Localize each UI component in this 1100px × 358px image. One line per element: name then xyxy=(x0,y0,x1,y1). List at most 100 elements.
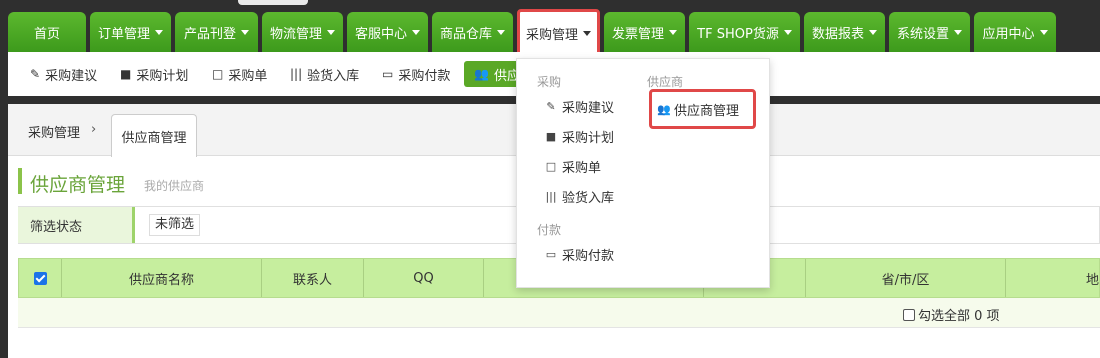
users-icon: 👥 xyxy=(657,102,671,116)
nav-tab-orders[interactable]: 订单管理 xyxy=(90,12,171,52)
col-label: 供应商名称 xyxy=(128,272,194,288)
breadcrumb-separator: › xyxy=(91,122,97,137)
toolbar-inspection[interactable]: ||| 验货入库 xyxy=(290,52,359,96)
menu-item-label: 采购计划 xyxy=(562,131,615,146)
menu-item-purchase-plan[interactable]: ■ 采购计划 xyxy=(545,127,614,146)
book-icon: ■ xyxy=(545,130,557,143)
barcode-icon: ||| xyxy=(545,190,557,203)
caret-down-icon xyxy=(954,29,962,35)
menu-header-payment: 付款 xyxy=(537,223,562,237)
nav-tab-invoice[interactable]: 发票管理 xyxy=(604,12,685,52)
nav-tab-label: 产品刊登 xyxy=(183,26,236,42)
menu-item-label: 验货入库 xyxy=(562,191,615,206)
col-label: 地 xyxy=(1085,272,1099,288)
caret-down-icon xyxy=(155,29,163,35)
nav-tab-label: 商品仓库 xyxy=(439,26,492,42)
nav-tab-apps[interactable]: 应用中心 xyxy=(974,12,1056,52)
title-accent xyxy=(18,168,22,194)
toolbar-label: 验货入库 xyxy=(307,68,360,84)
select-all-checkbox[interactable] xyxy=(19,259,62,297)
col-label: 联系人 xyxy=(292,272,332,288)
filter-label: 筛选状态 xyxy=(18,207,135,243)
file-icon: □ xyxy=(545,160,557,173)
nav-tab-settings[interactable]: 系统设置 xyxy=(889,12,970,52)
toolbar-purchase-payment[interactable]: ▭ 采购付款 xyxy=(382,52,450,96)
caret-down-icon xyxy=(869,29,877,35)
nav-tab-tfshop[interactable]: TF SHOP货源 xyxy=(689,12,800,52)
toolbar-label: 采购单 xyxy=(228,68,268,84)
caret-down-icon xyxy=(412,29,420,35)
breadcrumb-root[interactable]: 采购管理 xyxy=(28,122,80,141)
caret-down-icon xyxy=(327,29,335,35)
nav-tab-label: 客服中心 xyxy=(354,26,407,42)
col-address: 地 xyxy=(1006,259,1100,297)
tab-label: 供应商管理 xyxy=(121,130,187,146)
nav-tab-label: 首页 xyxy=(33,26,60,42)
caret-down-icon xyxy=(669,29,677,35)
toolbar-label: 采购计划 xyxy=(136,68,189,84)
tab-supplier-management[interactable]: 供应商管理 xyxy=(111,114,197,157)
nav-tab-service[interactable]: 客服中心 xyxy=(347,12,428,52)
col-label: 省/市/区 xyxy=(881,272,930,288)
nav-tab-listing[interactable]: 产品刊登 xyxy=(175,12,258,52)
col-label: QQ xyxy=(413,270,434,286)
toolbar-purchase-suggestion[interactable]: ✎ 采购建议 xyxy=(30,52,97,96)
nav-tab-reports[interactable]: 数据报表 xyxy=(804,12,885,52)
file-icon: □ xyxy=(212,67,224,81)
main-nav: 首页 订单管理 产品刊登 物流管理 客服中心 商品仓库 采购管理 发票管理 TF… xyxy=(0,9,1100,56)
caret-down-icon xyxy=(497,29,505,35)
credit-card-icon: ▭ xyxy=(382,67,394,81)
nav-tab-warehouse[interactable]: 商品仓库 xyxy=(432,12,513,52)
menu-header-supplier: 供应商 xyxy=(647,75,684,89)
select-all-control[interactable]: 勾选全部 0 项 xyxy=(903,305,1000,324)
menu-item-label: 供应商管理 xyxy=(674,103,740,119)
nav-tab-label: 物流管理 xyxy=(269,26,322,42)
book-icon: ■ xyxy=(120,67,132,81)
filter-value[interactable]: 未筛选 xyxy=(149,214,201,236)
users-icon: 👥 xyxy=(474,67,489,81)
caret-down-icon xyxy=(241,29,249,35)
purchase-dropdown-menu: 采购 ✎ 采购建议 ■ 采购计划 □ 采购单 ||| 验货入库 付款 ▭ 采购付款 供应商… xyxy=(516,58,770,288)
checkbox-checked-icon xyxy=(33,271,47,285)
checkbox-empty-icon[interactable] xyxy=(903,308,915,321)
credit-card-icon: ▭ xyxy=(545,248,557,261)
menu-header-purchase: 采购 xyxy=(537,75,562,89)
nav-tab-label: 数据报表 xyxy=(811,26,864,42)
nav-tab-label: 发票管理 xyxy=(611,26,664,42)
nav-tab-label: TF SHOP货源 xyxy=(697,26,779,42)
col-contact: 联系人 xyxy=(262,259,364,297)
nav-tab-label: 系统设置 xyxy=(896,26,949,42)
wand-icon: ✎ xyxy=(30,67,41,81)
col-region: 省/市/区 xyxy=(806,259,1006,297)
top-pill xyxy=(238,0,308,5)
toolbar-purchase-plan[interactable]: ■ 采购计划 xyxy=(120,52,188,96)
nav-tab-home[interactable]: 首页 xyxy=(8,12,86,52)
wand-icon: ✎ xyxy=(546,100,556,113)
menu-item-supplier-management[interactable]: 👥 供应商管理 xyxy=(649,89,757,129)
page-subtitle: 我的供应商 xyxy=(144,179,205,193)
select-all-label: 勾选全部 0 项 xyxy=(918,309,1000,324)
barcode-icon: ||| xyxy=(290,67,303,81)
caret-down-icon xyxy=(783,29,792,35)
page-title: 供应商管理 xyxy=(30,174,126,196)
nav-tab-label: 采购管理 xyxy=(525,28,578,43)
menu-item-label: 采购单 xyxy=(562,161,602,176)
menu-item-purchase-order[interactable]: □ 采购单 xyxy=(545,157,601,176)
menu-item-label: 采购付款 xyxy=(562,249,615,264)
nav-tab-purchase[interactable]: 采购管理 xyxy=(517,9,600,56)
menu-item-purchase-payment[interactable]: ▭ 采购付款 xyxy=(545,245,614,264)
col-supplier-name: 供应商名称 xyxy=(62,259,262,297)
menu-item-label: 采购建议 xyxy=(562,101,615,116)
nav-tab-label: 应用中心 xyxy=(982,26,1035,42)
caret-down-icon xyxy=(583,31,591,36)
menu-item-inspection[interactable]: ||| 验货入库 xyxy=(545,187,614,206)
caret-down-icon xyxy=(1039,29,1048,35)
toolbar-label: 采购付款 xyxy=(398,68,451,84)
table-footer: 勾选全部 0 项 xyxy=(18,298,1100,328)
col-qq: QQ xyxy=(364,259,484,297)
nav-tab-label: 订单管理 xyxy=(97,26,150,42)
menu-item-purchase-suggestion[interactable]: ✎ 采购建议 xyxy=(545,97,614,116)
toolbar-label: 采购建议 xyxy=(45,68,98,84)
toolbar-purchase-order[interactable]: □ 采购单 xyxy=(212,52,267,96)
nav-tab-logistics[interactable]: 物流管理 xyxy=(262,12,343,52)
